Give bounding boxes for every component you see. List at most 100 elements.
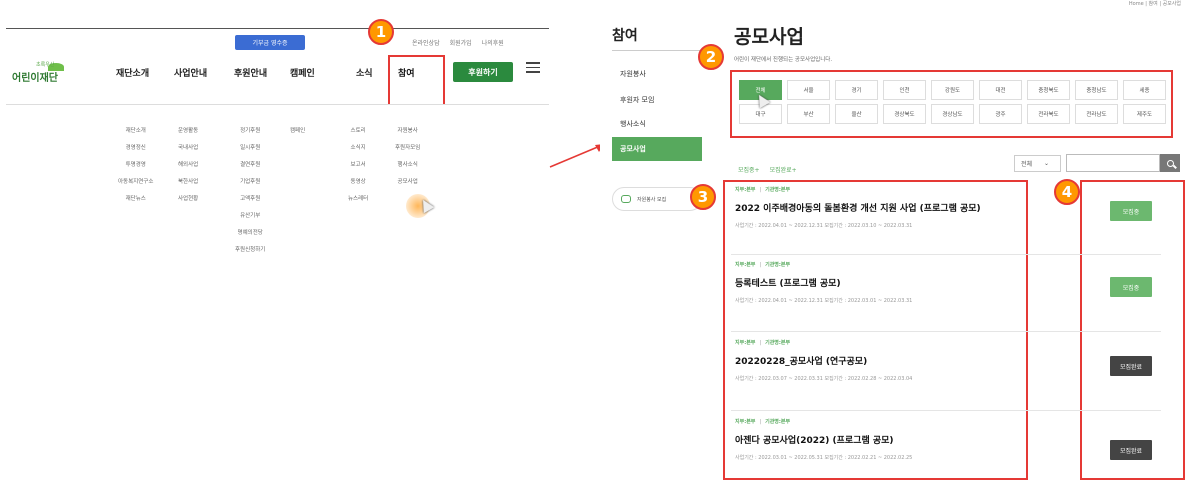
status-badge: 모집중	[1110, 201, 1152, 221]
submenu-link[interactable]: 경영정신	[118, 144, 153, 152]
list-divider	[731, 254, 1161, 255]
submenu-link[interactable]: 스토리	[348, 127, 368, 135]
submenu-link[interactable]: 소식지	[348, 144, 368, 152]
sidebar-item-supporters[interactable]: 후원자 모임	[612, 88, 702, 112]
submenu-link[interactable]: 동영상	[348, 178, 368, 186]
submenu-link[interactable]: 결연후원	[235, 161, 265, 169]
sidebar-divider	[612, 50, 702, 51]
sidebar-item-volunteer[interactable]: 자원봉사	[612, 62, 702, 86]
callout-badge-2: 2	[698, 44, 724, 70]
submenu-link-contest[interactable]: 공모사업	[395, 178, 420, 186]
item-branch: 지부:본부	[735, 340, 756, 346]
callout-box-4	[1080, 180, 1185, 480]
list-item[interactable]: 지부:본부 | 기관명:본부 20220228_공모사업 (연구공모) 사업기간 :…	[735, 339, 1020, 382]
site-logo[interactable]: 초록우산 어린이재단	[10, 61, 90, 89]
item-org: 기관명:본부	[765, 340, 791, 346]
region-button[interactable]: 경기	[835, 80, 878, 100]
submenu-link[interactable]: 정기후원	[235, 127, 265, 135]
submenu-link[interactable]: 북한사업	[178, 178, 198, 186]
region-button[interactable]: 부산	[787, 104, 830, 124]
submenu-link[interactable]: 재단뉴스	[118, 195, 153, 203]
submenu-link[interactable]: 해외사업	[178, 161, 198, 169]
region-button[interactable]: 경상남도	[931, 104, 974, 124]
submenu-business: 운영활동 국내사업 해외사업 북한사업 사업현황	[178, 127, 198, 203]
submenu-link[interactable]: 행사소식	[395, 161, 420, 169]
mega-menu-screenshot: 기부금 영수증 온라인상담 회원가입 나의후원 초록우산 어린이재단 재단소개 …	[6, 19, 549, 268]
list-item[interactable]: 지부:본부 | 기관명:본부 2022 이주배경아동의 돌봄환경 개선 지원 사업 …	[735, 186, 1020, 229]
submenu-link[interactable]: 명예의전당	[235, 229, 265, 237]
region-button[interactable]: 경상북도	[883, 104, 926, 124]
sidebar-item-contest[interactable]: 공모사업	[612, 137, 702, 161]
region-button[interactable]: 대전	[979, 80, 1022, 100]
submenu-link[interactable]: 고액후원	[235, 195, 265, 203]
submenu-news: 스토리 소식지 보고서 동영상 뉴스레터	[348, 127, 368, 203]
search-button[interactable]	[1160, 154, 1180, 172]
submenu-link[interactable]: 보고서	[348, 161, 368, 169]
region-button[interactable]: 강원도	[931, 80, 974, 100]
submenu-link[interactable]: 기업후원	[235, 178, 265, 186]
region-button[interactable]: 전라북도	[1027, 104, 1070, 124]
submenu-link[interactable]: 아동복지연구소	[118, 178, 153, 186]
submenu-link[interactable]: 자원봉사	[395, 127, 420, 135]
region-button[interactable]: 울산	[835, 104, 878, 124]
region-button[interactable]: 제주도	[1123, 104, 1166, 124]
filter-open-link[interactable]: 모집중+	[738, 165, 760, 174]
logo-tagline: 초록우산	[36, 62, 55, 68]
util-link-consult[interactable]: 온라인상담	[412, 38, 440, 47]
callout-badge-1: 1	[368, 19, 394, 45]
submenu-link[interactable]: 재단소개	[118, 127, 153, 135]
hamburger-icon[interactable]	[526, 62, 540, 74]
util-link-join[interactable]: 회원가입	[450, 38, 472, 47]
region-button[interactable]: 전라남도	[1075, 104, 1118, 124]
region-filter: 전체 서울 경기 인천 강원도 대전 충청북도 충청남도 세종 대구 부산 울산…	[739, 80, 1166, 124]
utility-links: 온라인상담 회원가입 나의후원	[412, 38, 504, 47]
logo-name: 어린이재단	[12, 73, 58, 84]
list-item[interactable]: 지부:본부 | 기관명:본부 등록테스트 (프로그램 공모) 사업기간 : 2022…	[735, 261, 1020, 304]
status-badge: 모집중	[1110, 277, 1152, 297]
submenu-campaign: 캠페인	[290, 127, 305, 135]
submenu-link[interactable]: 유산기부	[235, 212, 265, 220]
submenu-link[interactable]: 후원자모임	[395, 144, 420, 152]
submenu-link[interactable]: 캠페인	[290, 127, 305, 135]
search-scope-select[interactable]: 전체 ⌄	[1014, 155, 1061, 172]
gnb-news[interactable]: 소식	[356, 66, 373, 79]
mega-menu-panel: 재단소개 경영정신 투명경영 아동복지연구소 재단뉴스 운영활동 국내사업 해외…	[6, 104, 549, 264]
region-button[interactable]: 충청남도	[1075, 80, 1118, 100]
item-title[interactable]: 등록테스트 (프로그램 공모)	[735, 276, 1020, 289]
arrow-icon	[549, 144, 604, 168]
submenu-link[interactable]: 국내사업	[178, 144, 198, 152]
filter-closed-link[interactable]: 모집완료+	[770, 165, 797, 174]
list-divider	[731, 331, 1161, 332]
submenu-link[interactable]: 뉴스레터	[348, 195, 368, 203]
util-link-mysupport[interactable]: 나의후원	[482, 38, 504, 47]
submenu-link[interactable]: 투명경영	[118, 161, 153, 169]
region-button[interactable]: 세종	[1123, 80, 1166, 100]
gnb-campaign[interactable]: 캠페인	[290, 66, 315, 79]
callout-badge-4: 4	[1054, 179, 1080, 205]
region-button[interactable]: 인천	[883, 80, 926, 100]
region-button[interactable]: 광주	[979, 104, 1022, 124]
submenu-link[interactable]: 후원신청하기	[235, 246, 265, 254]
submenu-link[interactable]: 일시후원	[235, 144, 265, 152]
region-button[interactable]: 충청북도	[1027, 80, 1070, 100]
item-period: 사업기간 : 2022.04.01 ~ 2022.12.31 모집기간 : 20…	[735, 298, 913, 304]
region-button[interactable]: 서울	[787, 80, 830, 100]
breadcrumb: Home | 참여 | 공모사업	[1128, 1, 1181, 7]
item-title[interactable]: 아젠다 공모사업(2022) (프로그램 공모)	[735, 433, 1020, 446]
search-input[interactable]	[1066, 154, 1160, 172]
list-item[interactable]: 지부:본부 | 기관명:본부 아젠다 공모사업(2022) (프로그램 공모) 사업…	[735, 418, 1020, 461]
submenu-link[interactable]: 사업현황	[178, 195, 198, 203]
sidebar-item-events[interactable]: 행사소식	[612, 112, 702, 136]
item-branch: 지부:본부	[735, 187, 756, 193]
gnb-support[interactable]: 후원안내	[234, 66, 267, 79]
submenu-link[interactable]: 운영활동	[178, 127, 198, 135]
volunteer-banner[interactable]: 자원봉사 모집	[612, 187, 702, 211]
receipt-button[interactable]: 기부금 영수증	[235, 35, 305, 50]
donate-button[interactable]: 후원하기	[453, 62, 513, 82]
item-org: 기관명:본부	[765, 262, 791, 268]
gnb-business[interactable]: 사업안내	[174, 66, 207, 79]
item-title[interactable]: 2022 이주배경아동의 돌봄환경 개선 지원 사업 (프로그램 공모)	[735, 201, 1020, 214]
chat-icon	[621, 195, 631, 203]
item-title[interactable]: 20220228_공모사업 (연구공모)	[735, 354, 1020, 367]
gnb-about[interactable]: 재단소개	[116, 66, 149, 79]
